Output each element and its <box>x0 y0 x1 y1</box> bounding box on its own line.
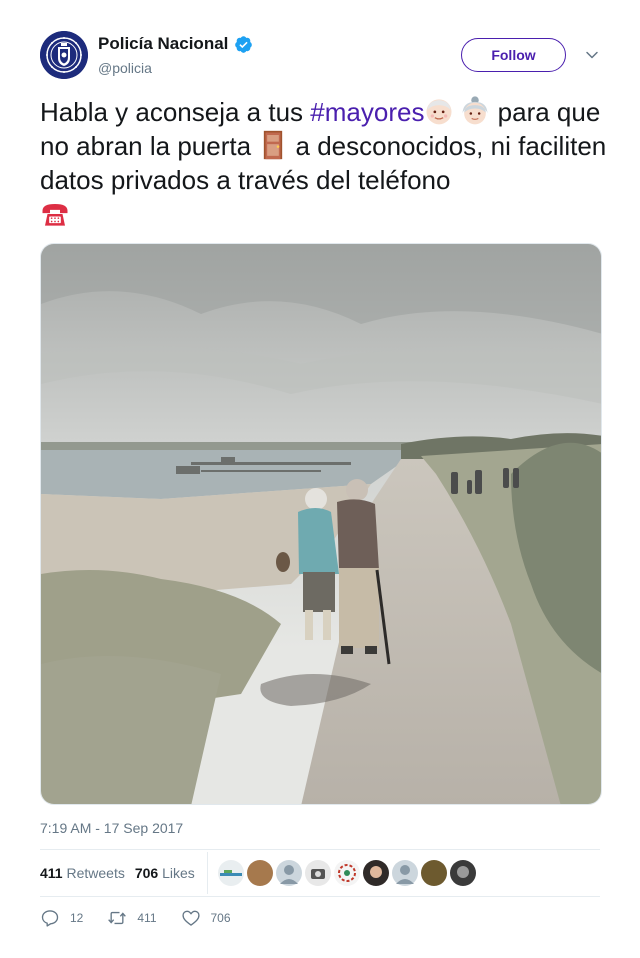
like-action[interactable]: 706 <box>181 908 231 928</box>
like-count: 706 <box>210 911 231 925</box>
author-display-name[interactable]: Policía Nacional <box>98 34 228 54</box>
likes-stat[interactable]: 706 Likes <box>135 865 195 881</box>
liker-avatar[interactable] <box>217 860 244 886</box>
heart-icon <box>181 910 200 926</box>
tweet-timestamp[interactable]: 7:19 AM - 17 Sep 2017 <box>40 820 183 836</box>
liker-avatar[interactable] <box>333 860 360 886</box>
retweets-stat[interactable]: 411 Retweets <box>40 865 125 881</box>
retweets-count: 411 <box>40 865 63 881</box>
liker-avatar[interactable] <box>275 860 302 886</box>
author-handle[interactable]: @policia <box>98 60 152 76</box>
door-emoji-icon <box>264 130 283 160</box>
chevron-down-icon[interactable] <box>584 47 600 63</box>
reply-action[interactable]: 12 <box>40 908 83 928</box>
liker-avatar[interactable] <box>391 860 418 886</box>
tweet-header: Policía Nacional @policia Follow <box>40 31 600 81</box>
hashtag-link[interactable]: #mayores <box>310 97 424 127</box>
divider <box>40 896 600 897</box>
reply-count: 12 <box>70 911 84 925</box>
retweet-icon <box>108 911 127 925</box>
liker-avatar[interactable] <box>246 860 273 886</box>
retweet-action[interactable]: 411 <box>107 908 157 928</box>
older-man-emoji-icon <box>426 99 452 125</box>
photo-elderly-couple-walking-icon <box>41 244 601 804</box>
tweet-actions: 12 411 706 <box>40 905 255 931</box>
reply-icon <box>41 910 59 927</box>
police-badge-logo-icon <box>40 31 88 79</box>
stats-separator <box>206 852 208 894</box>
liker-avatars <box>217 860 479 886</box>
likes-count: 706 <box>134 865 159 881</box>
liker-avatar[interactable] <box>420 860 447 886</box>
tweet-text-part: Habla y aconseja a tus <box>40 97 311 127</box>
liker-avatar[interactable] <box>304 860 331 886</box>
retweets-label: Retweets <box>66 865 125 881</box>
liker-avatar[interactable] <box>362 860 389 886</box>
likes-label: Likes <box>162 865 195 881</box>
engagement-stats: 411 Retweets 706 Likes <box>40 852 600 894</box>
author-name-row: Policía Nacional <box>98 34 253 54</box>
older-woman-emoji-icon <box>462 96 488 125</box>
retweet-count: 411 <box>137 911 157 925</box>
tweet-media-photo[interactable] <box>40 243 602 805</box>
telephone-emoji-icon <box>42 204 68 226</box>
tweet-text: Habla y aconseja a tus #mayores para que… <box>40 95 610 232</box>
liker-avatar[interactable] <box>449 860 476 886</box>
author-avatar[interactable] <box>40 31 88 79</box>
divider <box>40 849 600 850</box>
follow-button[interactable]: Follow <box>461 38 566 72</box>
verified-badge-icon <box>235 35 253 53</box>
